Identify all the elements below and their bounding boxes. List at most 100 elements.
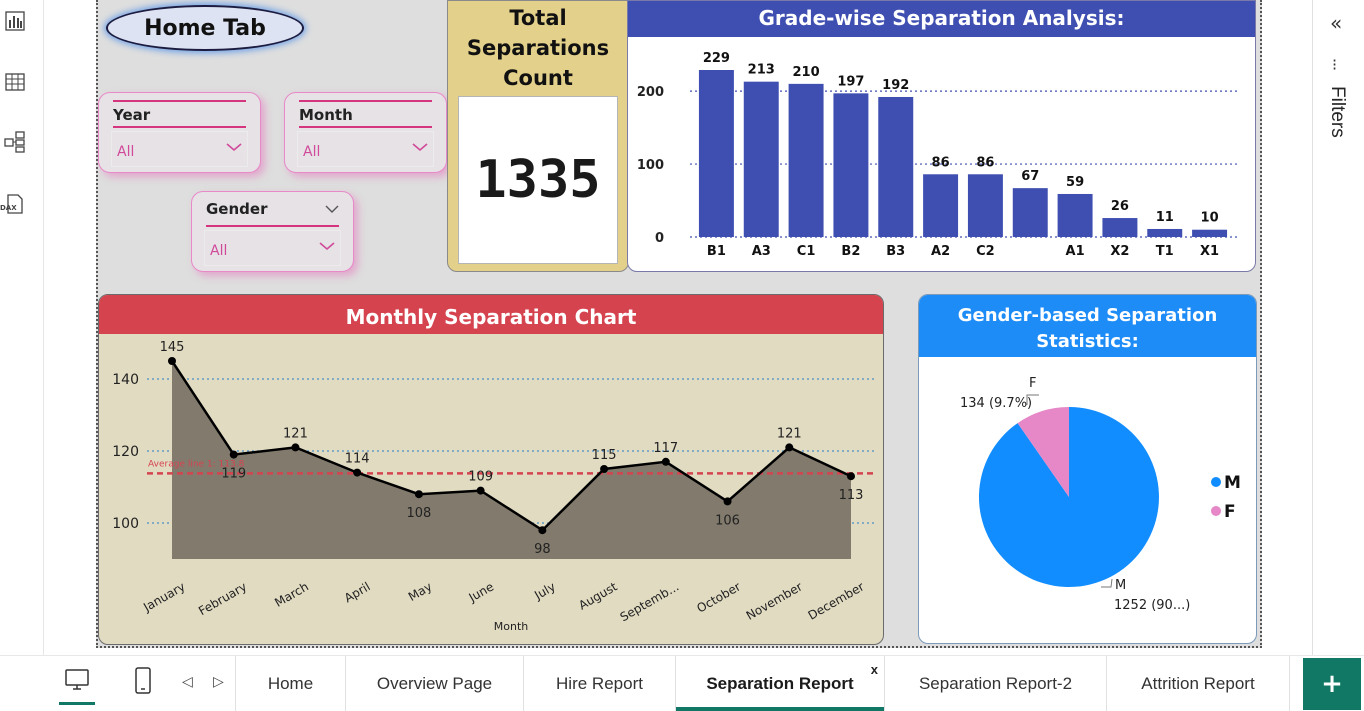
grade-bar bbox=[923, 174, 959, 237]
legend-label: M bbox=[1224, 473, 1241, 493]
x-tick-label: A2 bbox=[931, 244, 950, 259]
next-page-icon[interactable]: ▷ bbox=[213, 674, 224, 690]
grade-bar bbox=[1147, 228, 1183, 237]
pie-label-name: F bbox=[1029, 376, 1036, 391]
gender-chart-plot: M1252 (90...)F134 (9.7%)MF bbox=[960, 376, 1241, 613]
data-point bbox=[414, 490, 423, 499]
data-point bbox=[723, 497, 732, 506]
x-tick-label: April bbox=[342, 579, 373, 605]
slicer-header-line bbox=[299, 100, 432, 102]
dax-label: DAX bbox=[0, 204, 17, 212]
year-slicer-title: Year bbox=[113, 106, 151, 124]
data-label: 115 bbox=[592, 448, 617, 463]
x-tick-label: July bbox=[531, 579, 558, 602]
chevron-down-icon[interactable] bbox=[226, 141, 242, 153]
data-label: 121 bbox=[777, 426, 802, 441]
model-view-icon[interactable] bbox=[4, 131, 26, 153]
tab-overview-page[interactable]: Overview Page bbox=[345, 656, 523, 711]
data-point bbox=[353, 468, 362, 477]
x-tick-label: A3 bbox=[752, 244, 771, 259]
separation-area bbox=[172, 361, 851, 559]
tab-attrition-report[interactable]: Attrition Report bbox=[1106, 656, 1290, 711]
desktop-view-icon[interactable] bbox=[64, 668, 90, 692]
chevron-down-icon[interactable] bbox=[319, 240, 335, 252]
add-page-button[interactable]: + bbox=[1303, 658, 1361, 710]
home-tab-button[interactable]: Home Tab bbox=[106, 5, 304, 51]
x-tick-label: March bbox=[272, 579, 311, 609]
data-point bbox=[600, 465, 609, 473]
monthly-separation-chart[interactable]: Monthly Separation Chart 100 120 140 Averag… bbox=[98, 294, 884, 645]
data-label: 114 bbox=[345, 452, 370, 467]
bar-data-label: 229 bbox=[703, 51, 730, 66]
year-slicer[interactable]: Year All bbox=[98, 92, 261, 173]
x-tick-label: May bbox=[406, 579, 434, 604]
x-tick-label: February bbox=[196, 579, 249, 618]
grade-chart-plot: 0 100 200 229 B1 213 A3 210 C1 197 B2 192 B3 86 A2 86 C2… bbox=[637, 51, 1238, 259]
x-tick-label: B1 bbox=[707, 244, 726, 259]
mobile-view-icon[interactable] bbox=[134, 667, 152, 694]
left-view-rail: DAX bbox=[0, 0, 44, 655]
tab-separation-report[interactable]: Separation Report x bbox=[675, 656, 884, 711]
table-view-icon[interactable] bbox=[4, 71, 26, 93]
chevron-down-icon[interactable] bbox=[325, 204, 339, 214]
bar-data-label: 26 bbox=[1111, 199, 1129, 214]
x-tick-label: B3 bbox=[886, 244, 905, 259]
grade-separation-chart[interactable]: Grade-wise Separation Analysis: 0 100 200 2… bbox=[627, 0, 1256, 272]
grade-bar bbox=[743, 81, 779, 237]
x-tick-label: Septemb... bbox=[618, 579, 682, 624]
data-point bbox=[476, 486, 485, 495]
kpi-title-line: Total bbox=[509, 6, 567, 30]
gender-separation-chart[interactable]: Gender-based Separation Statistics: M 125… bbox=[918, 294, 1257, 644]
year-slicer-value: All bbox=[117, 144, 135, 160]
chevron-down-icon[interactable] bbox=[412, 141, 428, 153]
kpi-title-line: Separations bbox=[466, 36, 610, 60]
y-tick-label: 140 bbox=[112, 372, 139, 388]
month-slicer-value: All bbox=[303, 144, 321, 160]
gender-slicer-value: All bbox=[210, 243, 228, 259]
y-tick-label: 200 bbox=[637, 85, 664, 100]
grade-bar bbox=[967, 174, 1003, 237]
x-tick-label: October bbox=[694, 579, 743, 615]
desktop-view-indicator bbox=[59, 702, 95, 705]
bar-data-label: 210 bbox=[793, 65, 820, 80]
tab-separation-report-2[interactable]: Separation Report-2 bbox=[884, 656, 1106, 711]
bar-data-label: 86 bbox=[976, 155, 994, 170]
x-tick-label: January bbox=[140, 579, 187, 614]
x-tick-label: November bbox=[744, 579, 805, 622]
monthly-chart-plot: 100120140Average line 1: 113.8145January… bbox=[112, 340, 874, 633]
y-tick-label: 120 bbox=[112, 444, 139, 460]
legend-marker bbox=[1211, 477, 1221, 487]
bar-data-label: 59 bbox=[1066, 175, 1084, 190]
data-label: 119 bbox=[221, 467, 246, 482]
data-label: 121 bbox=[283, 426, 308, 441]
close-tab-icon[interactable]: x bbox=[871, 662, 878, 677]
filter-menu-icon[interactable]: ⁝ bbox=[1332, 55, 1337, 74]
bar-data-label: 11 bbox=[1156, 210, 1174, 225]
month-slicer[interactable]: Month All bbox=[284, 92, 447, 173]
data-label: 113 bbox=[839, 488, 864, 503]
filters-label[interactable]: Filters bbox=[1326, 86, 1348, 138]
tab-label: Home bbox=[267, 673, 314, 693]
grade-bar bbox=[1012, 188, 1048, 237]
collapse-filters-icon[interactable]: « bbox=[1330, 11, 1342, 35]
grade-bar bbox=[833, 93, 869, 237]
x-tick-label: A1 bbox=[1066, 244, 1085, 259]
x-tick-label: C2 bbox=[976, 244, 995, 259]
data-label: 106 bbox=[715, 513, 740, 528]
total-separations-card[interactable]: Total Separations Count 1335 bbox=[447, 0, 629, 272]
x-tick-label: X1 bbox=[1200, 244, 1219, 259]
report-view-icon[interactable] bbox=[4, 10, 26, 32]
y-tick-label: 100 bbox=[637, 158, 664, 173]
dax-query-view-icon[interactable]: DAX bbox=[0, 193, 26, 215]
data-point bbox=[291, 443, 300, 452]
grade-bar bbox=[698, 70, 734, 237]
filters-pane[interactable]: « ⁝ Filters bbox=[1312, 0, 1364, 655]
gender-title-line: Gender-based Separation bbox=[957, 305, 1218, 326]
tab-home[interactable]: Home bbox=[235, 656, 345, 711]
tab-hire-report[interactable]: Hire Report bbox=[523, 656, 675, 711]
gender-slicer[interactable]: Gender All bbox=[191, 191, 354, 272]
tab-label: Overview Page bbox=[376, 673, 493, 693]
x-tick-label: B2 bbox=[841, 244, 860, 259]
bar-data-label: 86 bbox=[932, 155, 950, 170]
previous-page-icon[interactable]: ◁ bbox=[182, 674, 193, 690]
